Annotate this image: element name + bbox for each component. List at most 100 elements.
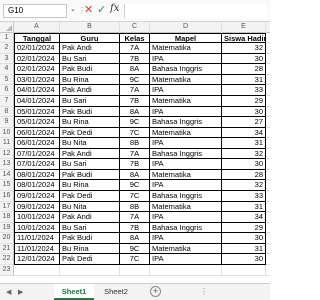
cell-siswa-hadir[interactable]: 32 (222, 180, 266, 191)
cell-siswa-hadir[interactable]: 29 (222, 95, 266, 107)
enter-icon[interactable]: ✓ (97, 3, 106, 16)
empty-cell[interactable] (266, 33, 270, 44)
cell-mapel[interactable]: IPA (150, 233, 222, 244)
cell-kelas[interactable]: 8A (120, 233, 150, 244)
column-header-e[interactable]: E (222, 22, 266, 33)
empty-cell[interactable] (266, 43, 270, 54)
empty-cell[interactable] (266, 64, 270, 75)
cell-kelas[interactable]: 8A (120, 169, 150, 181)
row-number[interactable]: 23 (0, 264, 14, 276)
name-box[interactable]: G10 (3, 4, 67, 18)
cell-kelas[interactable]: 7A (120, 85, 150, 96)
empty-cell[interactable] (266, 75, 270, 86)
cell-mapel[interactable]: Bahasa Inggris (150, 222, 222, 234)
row-number[interactable]: 20 (0, 233, 14, 244)
cell-siswa-hadir[interactable]: 30 (222, 159, 266, 170)
cell-guru[interactable]: Pak Andi (60, 148, 120, 160)
tab-sheet1[interactable]: Sheet1 (54, 284, 94, 300)
column-header-b[interactable]: B (60, 22, 120, 33)
cell-kelas[interactable]: 8B (120, 201, 150, 213)
cell-siswa-hadir[interactable]: 27 (222, 117, 266, 128)
empty-cell[interactable] (266, 244, 270, 255)
cell-kelas[interactable]: 9C (120, 117, 150, 128)
cell-tanggal[interactable]: 04/01/2024 (14, 85, 60, 96)
header-guru[interactable]: Guru (60, 32, 120, 44)
cell-mapel[interactable]: Bahasa Inggris (150, 148, 222, 160)
cell-tanggal[interactable]: 02/01/2024 (14, 53, 60, 65)
select-all-corner[interactable] (0, 22, 14, 33)
cell-tanggal[interactable]: 12/01/2024 (14, 254, 60, 265)
cell-mapel[interactable]: IPA (150, 53, 222, 65)
row-number[interactable]: 14 (0, 169, 14, 181)
empty-cell[interactable] (222, 264, 266, 276)
empty-cell[interactable] (266, 180, 270, 191)
empty-cell[interactable] (266, 159, 270, 170)
cell-siswa-hadir[interactable]: 31 (222, 138, 266, 149)
cell-tanggal[interactable]: 07/01/2024 (14, 159, 60, 170)
empty-cell[interactable] (266, 233, 270, 244)
cell-guru[interactable]: Pak Andi (60, 85, 120, 96)
cell-guru[interactable]: Pak Dedi (60, 127, 120, 139)
cell-kelas[interactable]: 7A (120, 212, 150, 223)
row-number[interactable]: 13 (0, 159, 14, 170)
cell-kelas[interactable]: 8A (120, 106, 150, 118)
cell-siswa-hadir[interactable]: 29 (222, 222, 266, 234)
row-number[interactable]: 21 (0, 243, 14, 255)
cell-siswa-hadir[interactable]: 33 (222, 85, 266, 96)
empty-cell[interactable] (266, 149, 270, 160)
empty-cell[interactable] (266, 254, 270, 265)
header-tanggal[interactable]: Tanggal (14, 32, 60, 44)
cell-guru[interactable]: Bu Rina (60, 117, 120, 128)
cell-guru[interactable]: Bu Nita (60, 138, 120, 149)
cell-kelas[interactable]: 7B (120, 95, 150, 107)
cell-siswa-hadir[interactable]: 33 (222, 191, 266, 202)
cell-kelas[interactable]: 7B (120, 159, 150, 170)
cell-mapel[interactable]: Matematika (150, 169, 222, 181)
empty-cell[interactable] (266, 202, 270, 213)
empty-cell[interactable] (266, 223, 270, 234)
row-number[interactable]: 17 (0, 201, 14, 213)
cell-guru[interactable]: Pak Andi (60, 212, 120, 223)
cell-mapel[interactable]: IPA (150, 254, 222, 265)
empty-cell[interactable] (266, 265, 270, 276)
row-number[interactable]: 6 (0, 85, 14, 96)
header-mapel[interactable]: Mapel (150, 32, 222, 44)
cell-siswa-hadir[interactable]: 31 (222, 74, 266, 86)
row-number[interactable]: 15 (0, 180, 14, 191)
empty-cell[interactable] (14, 264, 60, 276)
cell-guru[interactable]: Bu Rina (60, 74, 120, 86)
row-number[interactable]: 10 (0, 127, 14, 139)
cell-tanggal[interactable]: 02/01/2024 (14, 43, 60, 54)
cell-kelas[interactable]: 8A (120, 64, 150, 75)
empty-cell[interactable] (266, 170, 270, 181)
cell-mapel[interactable]: Bahasa Inggris (150, 191, 222, 202)
row-number[interactable]: 9 (0, 117, 14, 128)
cell-siswa-hadir[interactable]: 28 (222, 169, 266, 181)
cell-tanggal[interactable]: 05/01/2024 (14, 117, 60, 128)
row-number[interactable]: 22 (0, 254, 14, 265)
empty-cell[interactable] (266, 54, 270, 65)
next-sheet-icon[interactable]: ▶ (18, 288, 23, 296)
empty-cell[interactable] (60, 264, 120, 276)
empty-cell[interactable] (266, 128, 270, 139)
cell-tanggal[interactable]: 06/01/2024 (14, 138, 60, 149)
cell-guru[interactable]: Pak Dedi (60, 254, 120, 265)
cell-tanggal[interactable]: 08/01/2024 (14, 169, 60, 181)
cell-tanggal[interactable]: 10/01/2024 (14, 222, 60, 234)
cell-guru[interactable]: Pak Budi (60, 64, 120, 75)
cell-tanggal[interactable]: 09/01/2024 (14, 201, 60, 213)
scroll-handle-icon[interactable]: ⋮ (200, 287, 208, 296)
row-number[interactable]: 4 (0, 64, 14, 75)
cell-kelas[interactable]: 9C (120, 243, 150, 255)
tab-sheet2[interactable]: Sheet2 (97, 284, 135, 300)
cell-tanggal[interactable]: 11/01/2024 (14, 233, 60, 244)
cell-mapel[interactable]: Bahasa Inggris (150, 64, 222, 75)
empty-cell[interactable] (266, 96, 270, 107)
cell-siswa-hadir[interactable]: 32 (222, 43, 266, 54)
empty-cell[interactable] (266, 212, 270, 223)
empty-cell[interactable] (266, 85, 270, 96)
previous-sheet-icon[interactable]: ◀ (6, 288, 11, 296)
header-siswa-hadir[interactable]: Siswa Hadir (222, 32, 266, 44)
empty-cell[interactable] (266, 138, 270, 149)
row-number[interactable]: 7 (0, 95, 14, 107)
